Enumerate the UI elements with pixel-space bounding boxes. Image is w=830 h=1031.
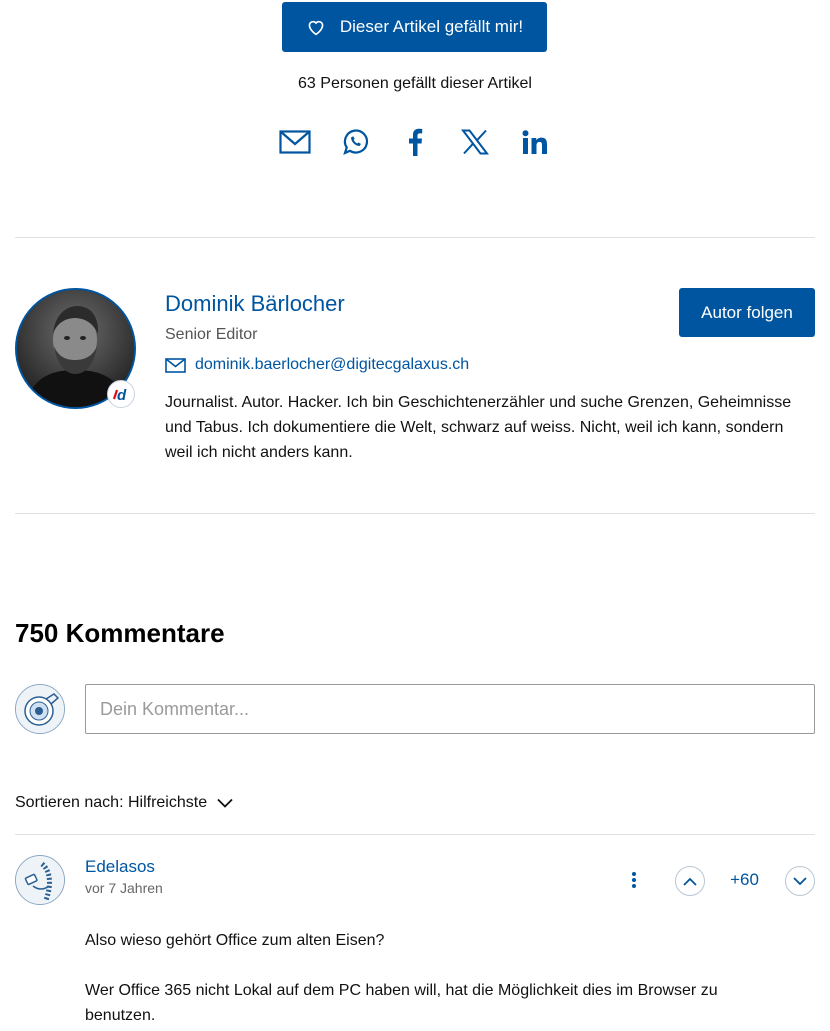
chevron-down-icon <box>793 876 807 885</box>
comment-body: Also wieso gehört Office zum alten Eisen… <box>85 928 725 1031</box>
whatsapp-icon[interactable] <box>330 122 380 162</box>
comment-input[interactable] <box>85 684 815 734</box>
comment-time: vor 7 Jahren <box>85 880 163 896</box>
comment-author[interactable]: Edelasos <box>85 857 155 877</box>
comments-title: 750 Kommentare <box>15 618 225 648</box>
divider <box>15 237 815 238</box>
divider <box>15 834 815 835</box>
more-options-button[interactable] <box>622 866 646 894</box>
user-avatar <box>15 684 65 734</box>
downvote-button[interactable] <box>785 866 815 896</box>
like-count: 63 Personen gefällt dieser Artikel <box>298 75 532 92</box>
sort-dropdown[interactable]: Sortieren nach: Hilfreichste <box>15 794 233 812</box>
like-button-label: Dieser Artikel gefällt mir! <box>339 17 524 36</box>
linkedin-icon[interactable] <box>510 122 560 162</box>
mail-icon <box>165 357 186 373</box>
upvote-button[interactable] <box>675 866 705 896</box>
author-email-row: dominik.baerlocher@digitecgalaxus.ch <box>165 356 469 374</box>
svg-text:d: d <box>117 387 127 403</box>
x-icon[interactable] <box>450 122 500 162</box>
more-vertical-icon <box>632 872 636 888</box>
chevron-up-icon <box>683 877 697 886</box>
comment-paragraph: Also wieso gehört Office zum alten Eisen… <box>85 932 385 949</box>
mail-icon[interactable] <box>270 122 320 162</box>
share-bar <box>270 122 560 162</box>
sort-label: Sortieren nach: Hilfreichste <box>15 794 208 811</box>
comment-paragraph: Wer Office 365 nicht Lokal auf dem PC ha… <box>85 982 718 1024</box>
heart-icon <box>308 20 324 36</box>
author-role: Senior Editor <box>165 326 258 343</box>
author-bio: Journalist. Autor. Hacker. Ich bin Gesch… <box>165 394 792 461</box>
follow-author-button[interactable]: Autor folgen <box>679 288 815 337</box>
author-avatar[interactable]: d <box>15 288 136 409</box>
chevron-down-icon <box>217 798 233 808</box>
digitec-badge-icon: d <box>107 380 135 408</box>
author-email-link[interactable]: dominik.baerlocher@digitecgalaxus.ch <box>195 356 469 374</box>
like-article-button[interactable]: Dieser Artikel gefällt mir! <box>282 2 547 52</box>
comment-avatar[interactable] <box>15 855 65 905</box>
facebook-icon[interactable] <box>390 122 440 162</box>
author-name[interactable]: Dominik Bärlocher <box>165 291 345 317</box>
vote-count: +60 <box>730 870 759 889</box>
divider <box>15 513 815 514</box>
